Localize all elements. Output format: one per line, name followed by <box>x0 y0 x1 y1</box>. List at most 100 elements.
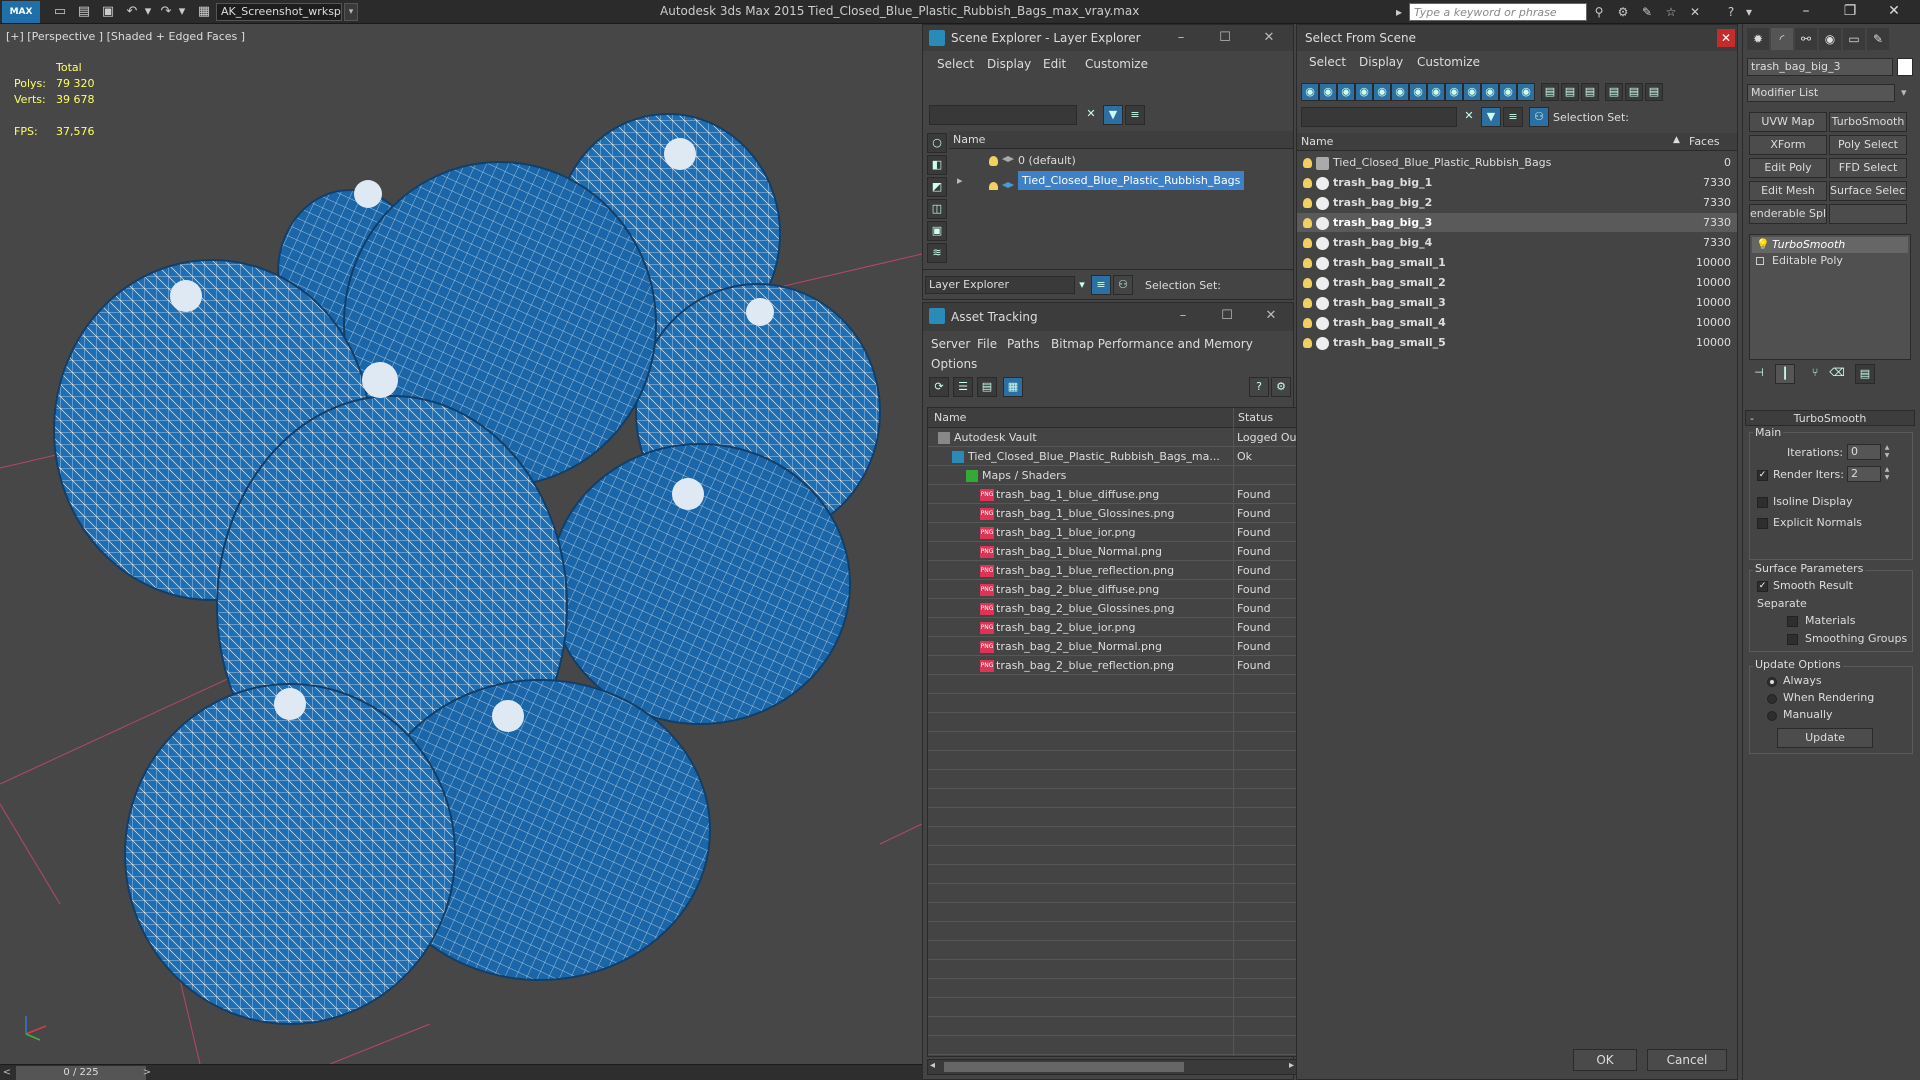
update-button[interactable]: Update <box>1777 728 1873 748</box>
light-bulb-icon[interactable] <box>989 156 998 166</box>
at-menu-bitmap-performance[interactable]: Bitmap Performance and Memory <box>1051 337 1253 351</box>
asset-row[interactable]: PNG trash_bag_1_blue_ior.png Found <box>928 523 1296 542</box>
project-folder-icon[interactable]: ▦ <box>196 4 212 20</box>
sort-ascending-icon[interactable]: ▲ <box>1673 135 1680 145</box>
create-tab-icon[interactable]: ✹ <box>1747 28 1769 50</box>
sfs-clear-search-icon[interactable]: ✕ <box>1459 107 1479 127</box>
light-bulb-icon[interactable] <box>1303 238 1312 248</box>
se-menu-display[interactable]: Display <box>987 57 1031 71</box>
at-status-column-header[interactable]: Status <box>1234 408 1296 428</box>
scroll-left-icon[interactable]: ◂ <box>930 1060 935 1071</box>
close-icon[interactable]: ✕ <box>1872 0 1916 24</box>
remove-modifier-icon[interactable]: ⌫ <box>1827 364 1847 384</box>
layer-explorer-mode-icon[interactable]: ≡ <box>1091 275 1111 295</box>
at-menu-server[interactable]: Server <box>931 337 970 351</box>
select-bones-icon[interactable]: ◉ <box>1463 83 1481 101</box>
xform-button[interactable]: XForm <box>1749 135 1827 155</box>
motion-tab-icon[interactable]: ◉ <box>1819 28 1841 50</box>
modifier-list-arrow-icon[interactable]: ▾ <box>1901 86 1907 99</box>
at-menu-options[interactable]: Options <box>931 357 977 371</box>
expand-box-icon[interactable] <box>1756 257 1764 265</box>
at-menu-file[interactable]: File <box>977 337 997 351</box>
light-bulb-icon[interactable] <box>1303 218 1312 228</box>
help-icon[interactable]: ? <box>1722 3 1740 21</box>
binoculars-icon[interactable]: ⚲ <box>1590 3 1608 21</box>
scene-object-row[interactable]: trash_bag_small_3 10000 <box>1297 293 1737 312</box>
subscription-icon[interactable]: ⚙ <box>1614 3 1632 21</box>
favorites-star-icon[interactable]: ☆ <box>1662 3 1680 21</box>
object-color-swatch[interactable] <box>1897 58 1913 76</box>
save-file-icon[interactable]: ▣ <box>100 4 116 20</box>
exchange-icon[interactable]: ✕ <box>1686 3 1704 21</box>
iterations-spinner[interactable]: 0 <box>1847 444 1881 460</box>
next-frame-button[interactable]: > <box>140 1065 154 1080</box>
sfs-menu-select[interactable]: Select <box>1309 55 1346 69</box>
materials-checkbox[interactable] <box>1787 616 1798 627</box>
refresh-icon[interactable]: ⟳ <box>929 377 949 397</box>
layer-row-default[interactable]: 0 (default) <box>949 151 1293 170</box>
time-slider[interactable]: 0 / 225 <box>16 1066 146 1080</box>
asset-row[interactable]: Tied_Closed_Blue_Plastic_Rubbish_Bags_ma… <box>928 447 1296 466</box>
turbosmooth-button[interactable]: TurboSmooth <box>1829 112 1907 132</box>
scene-object-row[interactable]: trash_bag_small_2 10000 <box>1297 273 1737 292</box>
hierarchy-mode-icon[interactable]: ⚇ <box>1113 275 1133 295</box>
scroll-right-icon[interactable]: ▸ <box>1289 1060 1294 1071</box>
asset-row[interactable]: Autodesk Vault Logged Ou <box>928 428 1296 447</box>
smooth-result-checkbox[interactable]: ✓ <box>1757 581 1768 592</box>
iterations-spinner-arrows-icon[interactable]: ▲ ▼ <box>1883 444 1891 460</box>
render-iters-checkbox[interactable]: ✓ <box>1757 470 1768 481</box>
display-all-icon[interactable]: ▤ <box>1541 83 1559 101</box>
asset-row[interactable]: PNG trash_bag_2_blue_Normal.png Found <box>928 637 1296 656</box>
scene-object-row[interactable]: trash_bag_big_3 7330 <box>1297 213 1737 232</box>
select-lights-icon[interactable]: ◉ <box>1355 83 1373 101</box>
poly-select-button[interactable]: Poly Select <box>1829 135 1907 155</box>
expand-arrow-icon[interactable]: ▸ <box>957 171 963 190</box>
stack-item-turbosmooth[interactable]: 💡 TurboSmooth <box>1752 237 1908 253</box>
cancel-button[interactable]: Cancel <box>1647 1049 1727 1071</box>
asset-row[interactable]: PNG trash_bag_1_blue_Normal.png Found <box>928 542 1296 561</box>
sfs-faces-column-header[interactable]: Faces <box>1685 133 1737 151</box>
app-logo[interactable]: MAX <box>2 1 40 23</box>
scene-explorer-search-input[interactable] <box>929 105 1077 125</box>
select-frozen-icon[interactable]: ◉ <box>1499 83 1517 101</box>
scene-object-row[interactable]: trash_bag_small_4 10000 <box>1297 313 1737 332</box>
asset-row[interactable]: PNG trash_bag_1_blue_diffuse.png Found <box>928 485 1296 504</box>
scene-object-row[interactable]: trash_bag_small_5 10000 <box>1297 333 1737 352</box>
light-bulb-icon[interactable] <box>1303 278 1312 288</box>
when-rendering-radio[interactable] <box>1767 694 1777 704</box>
redo-dropdown-icon[interactable]: ▾ <box>174 4 190 20</box>
display-lights-icon[interactable]: ◫ <box>927 199 947 219</box>
isoline-display-checkbox[interactable] <box>1757 497 1768 508</box>
make-unique-icon[interactable]: ⑂ <box>1805 364 1825 384</box>
show-end-result-icon[interactable]: ┃ <box>1775 364 1795 384</box>
display-helpers-icon[interactable]: ≋ <box>927 243 947 263</box>
collapse-icon[interactable]: - <box>1750 411 1754 427</box>
stack-item-editable-poly[interactable]: Editable Poly <box>1752 253 1908 269</box>
keyword-search-input[interactable]: Type a keyword or phrase <box>1409 3 1587 21</box>
light-bulb-icon[interactable] <box>1303 318 1312 328</box>
empty-modifier-button[interactable] <box>1829 204 1907 224</box>
turbosmooth-rollout-header[interactable]: - TurboSmooth <box>1745 410 1915 426</box>
always-radio[interactable] <box>1767 677 1777 687</box>
display-objects-icon[interactable]: ○ <box>927 133 947 153</box>
explorer-type-arrow-icon[interactable]: ▾ <box>1075 276 1089 294</box>
perspective-viewport[interactable]: [+] [Perspective ] [Shaded + Edged Faces… <box>0 24 922 1064</box>
filter-icon[interactable]: ▼ <box>1103 105 1123 125</box>
asset-row[interactable]: PNG trash_bag_1_blue_Glossines.png Found <box>928 504 1296 523</box>
object-name-input[interactable]: trash_bag_big_3 <box>1747 58 1893 76</box>
help-icon[interactable]: ? <box>1249 377 1269 397</box>
select-containers-icon[interactable]: ◉ <box>1481 83 1499 101</box>
surface-select-button[interactable]: Surface Select <box>1829 181 1907 201</box>
render-iters-spinner-arrows-icon[interactable]: ▲ ▼ <box>1883 466 1891 482</box>
modify-tab-icon[interactable]: ◜ <box>1771 28 1793 50</box>
light-bulb-icon[interactable] <box>1303 298 1312 308</box>
asset-row[interactable]: PNG trash_bag_2_blue_ior.png Found <box>928 618 1296 637</box>
scene-explorer-restore-icon[interactable]: ☐ <box>1203 25 1247 51</box>
select-all-icon[interactable]: ◉ <box>1301 83 1319 101</box>
display-geometry-icon[interactable]: ◧ <box>927 155 947 175</box>
light-bulb-icon[interactable] <box>989 182 998 190</box>
asset-tracking-close-icon[interactable]: ✕ <box>1249 303 1293 329</box>
display-cameras-icon[interactable]: ▣ <box>927 221 947 241</box>
workspace-dropdown-arrow-icon[interactable]: ▾ <box>344 3 358 21</box>
viewport-label[interactable]: [+] [Perspective ] [Shaded + Edged Faces… <box>6 30 245 43</box>
